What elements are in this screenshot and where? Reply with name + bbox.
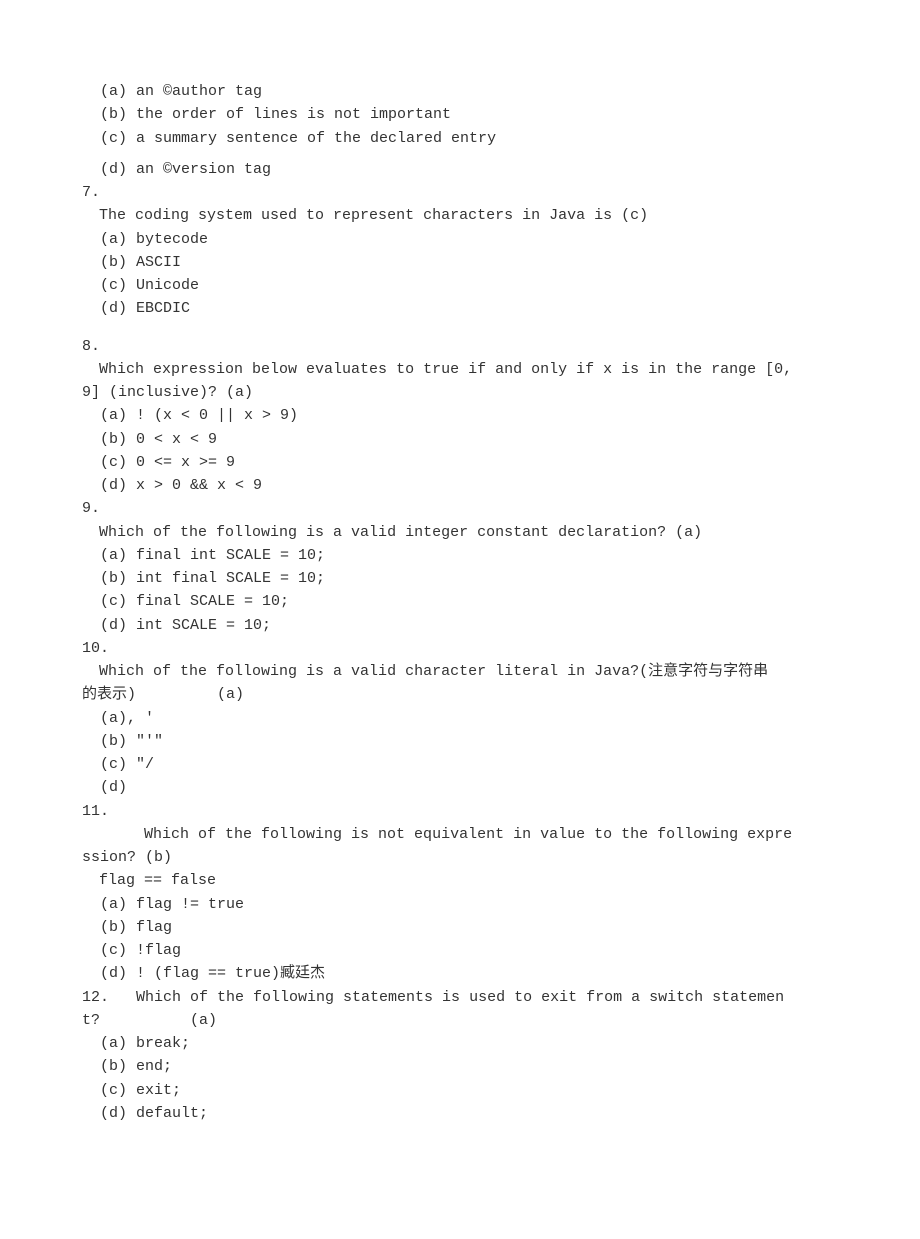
- q11-option-b: (b) flag: [82, 916, 838, 939]
- q11-stem-2: ssion? (b): [82, 846, 838, 869]
- q10-number: 10.: [82, 637, 838, 660]
- q8-stem-1: Which expression below evaluates to true…: [82, 358, 838, 381]
- q12-stem-2: t? (a): [82, 1009, 838, 1032]
- q12-option-b: (b) end;: [82, 1055, 838, 1078]
- q6-option-a: (a) an ©author tag: [82, 80, 838, 103]
- q10-option-c: (c) "/: [82, 753, 838, 776]
- q7-option-d: (d) EBCDIC: [82, 297, 838, 320]
- q10-option-a: (a), ': [82, 707, 838, 730]
- q10-option-d: (d): [82, 776, 838, 799]
- q9-option-d: (d) int SCALE = 10;: [82, 614, 838, 637]
- q10-stem-1: Which of the following is a valid charac…: [82, 660, 838, 683]
- q11-option-a: (a) flag != true: [82, 893, 838, 916]
- q8-number: 8.: [82, 335, 838, 358]
- q9-number: 9.: [82, 497, 838, 520]
- q9-stem: Which of the following is a valid intege…: [82, 521, 838, 544]
- q8-option-d: (d) x > 0 && x < 9: [82, 474, 838, 497]
- q12-option-c: (c) exit;: [82, 1079, 838, 1102]
- q7-option-a: (a) bytecode: [82, 228, 838, 251]
- q7-option-c: (c) Unicode: [82, 274, 838, 297]
- q9-option-c: (c) final SCALE = 10;: [82, 590, 838, 613]
- q10-stem-2: 的表示) (a): [82, 683, 838, 706]
- q8-stem-2: 9] (inclusive)? (a): [82, 381, 838, 404]
- q12-option-d: (d) default;: [82, 1102, 838, 1125]
- q11-option-c: (c) !flag: [82, 939, 838, 962]
- q8-option-b: (b) 0 < x < 9: [82, 428, 838, 451]
- q10-option-b: (b) "'": [82, 730, 838, 753]
- q6-option-c: (c) a summary sentence of the declared e…: [82, 127, 838, 150]
- q8-option-c: (c) 0 <= x >= 9: [82, 451, 838, 474]
- q11-option-d: (d) ! (flag == true)臧廷杰: [82, 962, 838, 985]
- q6-option-b: (b) the order of lines is not important: [82, 103, 838, 126]
- q7-number: 7.: [82, 181, 838, 204]
- q9-option-a: (a) final int SCALE = 10;: [82, 544, 838, 567]
- q8-option-a: (a) ! (x < 0 || x > 9): [82, 404, 838, 427]
- q11-code: flag == false: [82, 869, 838, 892]
- q7-option-b: (b) ASCII: [82, 251, 838, 274]
- q12-stem-1: 12. Which of the following statements is…: [82, 986, 838, 1009]
- q11-stem-1: Which of the following is not equivalent…: [82, 823, 838, 846]
- q12-option-a: (a) break;: [82, 1032, 838, 1055]
- q6-option-d: (d) an ©version tag: [82, 158, 838, 181]
- q9-option-b: (b) int final SCALE = 10;: [82, 567, 838, 590]
- q11-number: 11.: [82, 800, 838, 823]
- q7-stem: The coding system used to represent char…: [82, 204, 838, 227]
